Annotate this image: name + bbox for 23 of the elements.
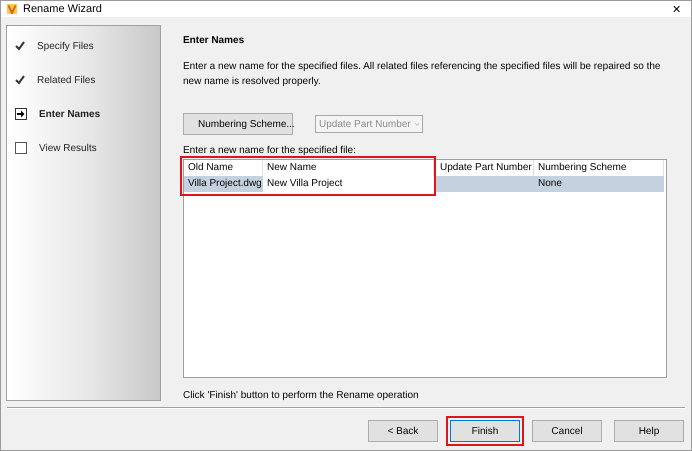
app-logo-icon (7, 4, 17, 14)
chevron-down-icon (414, 122, 419, 127)
hint-text: Click 'Finish' button to perform the Rename operation (183, 390, 420, 402)
window-title: Rename Wizard (23, 3, 103, 16)
table-cell: None (534, 176, 664, 192)
dialog-button[interactable]: Finish (450, 420, 520, 442)
dialog-button[interactable]: < Back (368, 420, 438, 442)
step-label: Related Files (37, 74, 96, 86)
numbering-scheme-button[interactable]: Numbering Scheme... (183, 113, 293, 136)
intro-text: Enter a new name for the specified files. All related files referencing the specified files will be repaired so the new name is resolved properly. (183, 60, 662, 90)
step-label: Enter Names (39, 108, 100, 120)
table-caption: Enter a new name for the specified file: (183, 145, 357, 156)
dialog-button[interactable]: Help (614, 420, 684, 442)
section-heading: Enter Names (183, 35, 246, 46)
check-icon (15, 75, 25, 86)
checkbox-icon (15, 142, 27, 154)
step-label: View Results (39, 142, 97, 154)
table-cell: Villa Project.dwg (184, 176, 263, 192)
step-label: Specify Files (37, 40, 94, 52)
close-button[interactable]: ✕ (668, 2, 685, 16)
arrow-icon (15, 108, 27, 120)
dialog-button[interactable]: Cancel (532, 420, 602, 442)
check-icon (15, 41, 25, 52)
